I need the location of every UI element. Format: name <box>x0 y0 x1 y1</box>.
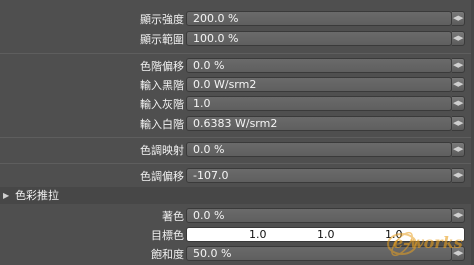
input-black-spinner[interactable]: ◀ ▶ <box>452 77 465 92</box>
hue-shift-label: 色調偏移 <box>140 170 184 183</box>
input-white-spinner[interactable]: ◀ ▶ <box>452 116 465 131</box>
display-range-field[interactable]: 100.0 % <box>186 31 452 46</box>
right-arrow-icon: ▶ <box>458 145 464 153</box>
target-color-label: 目標色 <box>151 229 184 242</box>
level-offset-field[interactable]: 0.0 % <box>186 58 452 73</box>
tone-mapping-label: 色調映射 <box>140 144 184 157</box>
tint-label: 著色 <box>162 210 184 223</box>
row-display-range: 顯示範圍 100.0 % ◀ ▶ <box>0 31 474 48</box>
input-gray-spinner[interactable]: ◀ ▶ <box>452 96 465 111</box>
section-header-color-push-pull[interactable]: ▶ 色彩推拉 <box>0 187 474 204</box>
row-input-gray: 輸入灰階 1.0 ◀ ▶ <box>0 96 474 113</box>
tint-spinner[interactable]: ◀ ▶ <box>452 208 465 223</box>
row-level-offset: 色階偏移 0.0 % ◀ ▶ <box>0 58 474 75</box>
row-tint: 著色 0.0 % ◀ ▶ <box>0 208 474 225</box>
right-arrow-icon: ▶ <box>458 99 464 107</box>
right-arrow-icon: ▶ <box>458 119 464 127</box>
input-gray-label: 輸入灰階 <box>140 98 184 111</box>
input-gray-field[interactable]: 1.0 <box>186 96 452 111</box>
right-arrow-icon: ▶ <box>458 80 464 88</box>
level-offset-label: 色階偏移 <box>140 60 184 73</box>
input-black-field[interactable]: 0.0 W/srm2 <box>186 77 452 92</box>
right-arrow-icon: ▶ <box>458 61 464 69</box>
tint-field[interactable]: 0.0 % <box>186 208 452 223</box>
display-intensity-field[interactable]: 200.0 % <box>186 11 452 26</box>
row-hue-shift: 色調偏移 -107.0 ◀ ▶ <box>0 168 474 185</box>
divider <box>0 53 474 54</box>
hue-shift-field[interactable]: -107.0 <box>186 168 452 183</box>
display-range-label: 顯示範圍 <box>140 33 184 46</box>
divider <box>0 163 474 164</box>
display-intensity-label: 顯示強度 <box>140 13 184 26</box>
tone-mapping-spinner[interactable]: ◀ ▶ <box>452 142 465 157</box>
section-title: 色彩推拉 <box>15 189 59 202</box>
target-color-g: 1.0 <box>317 228 335 241</box>
display-range-spinner[interactable]: ◀ ▶ <box>452 31 465 46</box>
row-input-white: 輸入白階 0.6383 W/srm2 ◀ ▶ <box>0 116 474 133</box>
input-black-label: 輸入黑階 <box>140 79 184 92</box>
right-arrow-icon: ▶ <box>458 34 464 42</box>
row-input-black: 輸入黑階 0.0 W/srm2 ◀ ▶ <box>0 77 474 94</box>
target-color-r: 1.0 <box>249 228 267 241</box>
tone-mapping-field[interactable]: 0.0 % <box>186 142 452 157</box>
hue-shift-spinner[interactable]: ◀ ▶ <box>452 168 465 183</box>
row-display-intensity: 顯示強度 200.0 % ◀ ▶ <box>0 11 474 28</box>
properties-panel: 顯示強度 200.0 % ◀ ▶ 顯示範圍 100.0 % ◀ ▶ 色階偏移 0.0… <box>0 0 474 265</box>
right-arrow-icon: ▶ <box>458 171 464 179</box>
display-intensity-spinner[interactable]: ◀ ▶ <box>452 11 465 26</box>
row-tone-mapping: 色調映射 0.0 % ◀ ▶ <box>0 142 474 159</box>
right-arrow-icon: ▶ <box>458 211 464 219</box>
divider <box>0 137 474 138</box>
saturation-label: 飽和度 <box>151 248 184 261</box>
level-offset-spinner[interactable]: ◀ ▶ <box>452 58 465 73</box>
collapse-arrow-icon[interactable]: ▶ <box>3 189 9 202</box>
input-white-label: 輸入白階 <box>140 118 184 131</box>
input-white-field[interactable]: 0.6383 W/srm2 <box>186 116 452 131</box>
watermark-text: e-works <box>393 233 463 252</box>
right-arrow-icon: ▶ <box>458 14 464 22</box>
